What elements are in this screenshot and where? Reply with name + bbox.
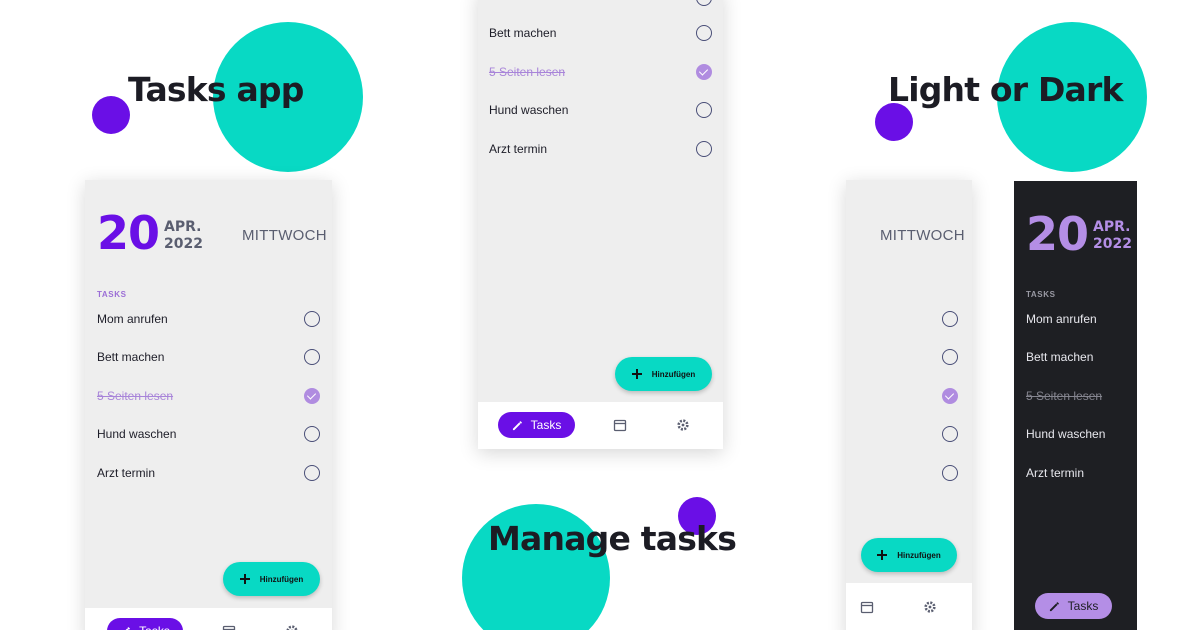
task-label-done: 5 Seiten lesen (489, 65, 566, 79)
task-label: Bett machen (489, 26, 557, 40)
task-checkbox[interactable] (304, 349, 320, 365)
nav-tasks-tab[interactable]: Tasks (107, 618, 183, 630)
task-checkbox[interactable] (696, 25, 712, 41)
gear-icon[interactable] (285, 624, 299, 630)
task-checkbox-checked[interactable] (696, 64, 712, 80)
nav-tasks-label: Tasks (139, 624, 170, 630)
task-label: Hund waschen (489, 103, 569, 117)
task-checkbox[interactable] (942, 349, 958, 365)
date-day: 20 (97, 206, 160, 260)
task-label: Mom anrufen (97, 312, 168, 326)
date-day: 20 (1026, 207, 1089, 261)
add-task-label: Hinzufügen (259, 574, 304, 584)
task-label-done: 5 Seiten lesen (1026, 389, 1103, 403)
task-checkbox[interactable] (304, 465, 320, 481)
task-checkbox[interactable] (942, 465, 958, 481)
task-checkbox[interactable] (942, 311, 958, 327)
task-label: Arzt termin (489, 142, 548, 156)
bottom-nav: Tasks (85, 608, 332, 630)
headline-light-or-dark: Light or Dark (888, 70, 1123, 109)
nav-tasks-tab[interactable]: Tasks (1035, 593, 1112, 619)
date-weekday: MITTWOCH (242, 227, 327, 244)
task-checkbox-checked[interactable] (304, 388, 320, 404)
tasks-section-label: TASKS (1026, 290, 1056, 299)
calendar-icon[interactable] (613, 418, 627, 432)
add-task-label: Hinzufügen (651, 369, 696, 379)
task-checkbox[interactable] (696, 141, 712, 157)
task-label: Hund waschen (1026, 427, 1106, 441)
pencil-icon (1049, 601, 1059, 611)
bottom-nav: Tasks (478, 402, 723, 449)
pencil-icon (125, 626, 131, 630)
date-weekday: MITTWOCH (880, 227, 965, 244)
gear-icon[interactable] (923, 600, 937, 614)
plus-icon (877, 550, 888, 560)
phone-light-main: 20 APR. 2022 MITTWOCH TASKS Mom anrufen … (85, 180, 332, 630)
tasks-section-label: TASKS (97, 290, 127, 299)
task-label: Bett machen (1026, 350, 1094, 364)
phone-light-scrolled: Bett machen 5 Seiten lesen Hund waschen … (478, 0, 723, 449)
add-task-label: Hinzufügen (897, 550, 941, 560)
add-task-button[interactable]: Hinzufügen (615, 357, 712, 391)
nav-tasks-label: Tasks (1067, 599, 1099, 613)
task-label: Hund waschen (97, 427, 177, 441)
date-year: 2022 (1093, 236, 1132, 252)
task-checkbox[interactable] (942, 426, 958, 442)
task-label: Arzt termin (97, 466, 156, 480)
bottom-nav (846, 583, 972, 630)
gear-icon[interactable] (676, 418, 690, 432)
date-month: APR. (1093, 219, 1131, 235)
nav-tasks-tab[interactable]: Tasks (498, 412, 575, 438)
date-year: 2022 (164, 236, 203, 252)
task-label: Mom anrufen (1026, 312, 1097, 326)
task-label-done: 5 Seiten lesen (97, 389, 174, 403)
calendar-icon[interactable] (222, 624, 236, 630)
task-checkbox[interactable] (304, 311, 320, 327)
calendar-icon[interactable] (860, 600, 874, 614)
phone-light-partial: MITTWOCH Hinzufügen (846, 180, 972, 630)
add-task-button[interactable]: Hinzufügen (223, 562, 320, 596)
plus-icon (631, 369, 642, 379)
nav-tasks-label: Tasks (530, 418, 562, 432)
headline-manage-tasks: Manage tasks (488, 519, 737, 558)
task-checkbox[interactable] (696, 0, 712, 6)
phone-dark: 20 APR. 2022 TASKS Mom anrufen Bett mach… (1014, 181, 1137, 630)
plus-icon (239, 574, 250, 584)
task-checkbox[interactable] (304, 426, 320, 442)
task-label: Arzt termin (1026, 466, 1085, 480)
task-checkbox[interactable] (696, 102, 712, 118)
add-task-button[interactable]: Hinzufügen (861, 538, 957, 572)
purple-dot-1 (92, 96, 130, 134)
task-checkbox-checked[interactable] (942, 388, 958, 404)
date-month: APR. (164, 219, 202, 235)
pencil-icon (512, 420, 522, 430)
headline-tasks-app: Tasks app (128, 70, 304, 109)
task-label: Bett machen (97, 350, 165, 364)
